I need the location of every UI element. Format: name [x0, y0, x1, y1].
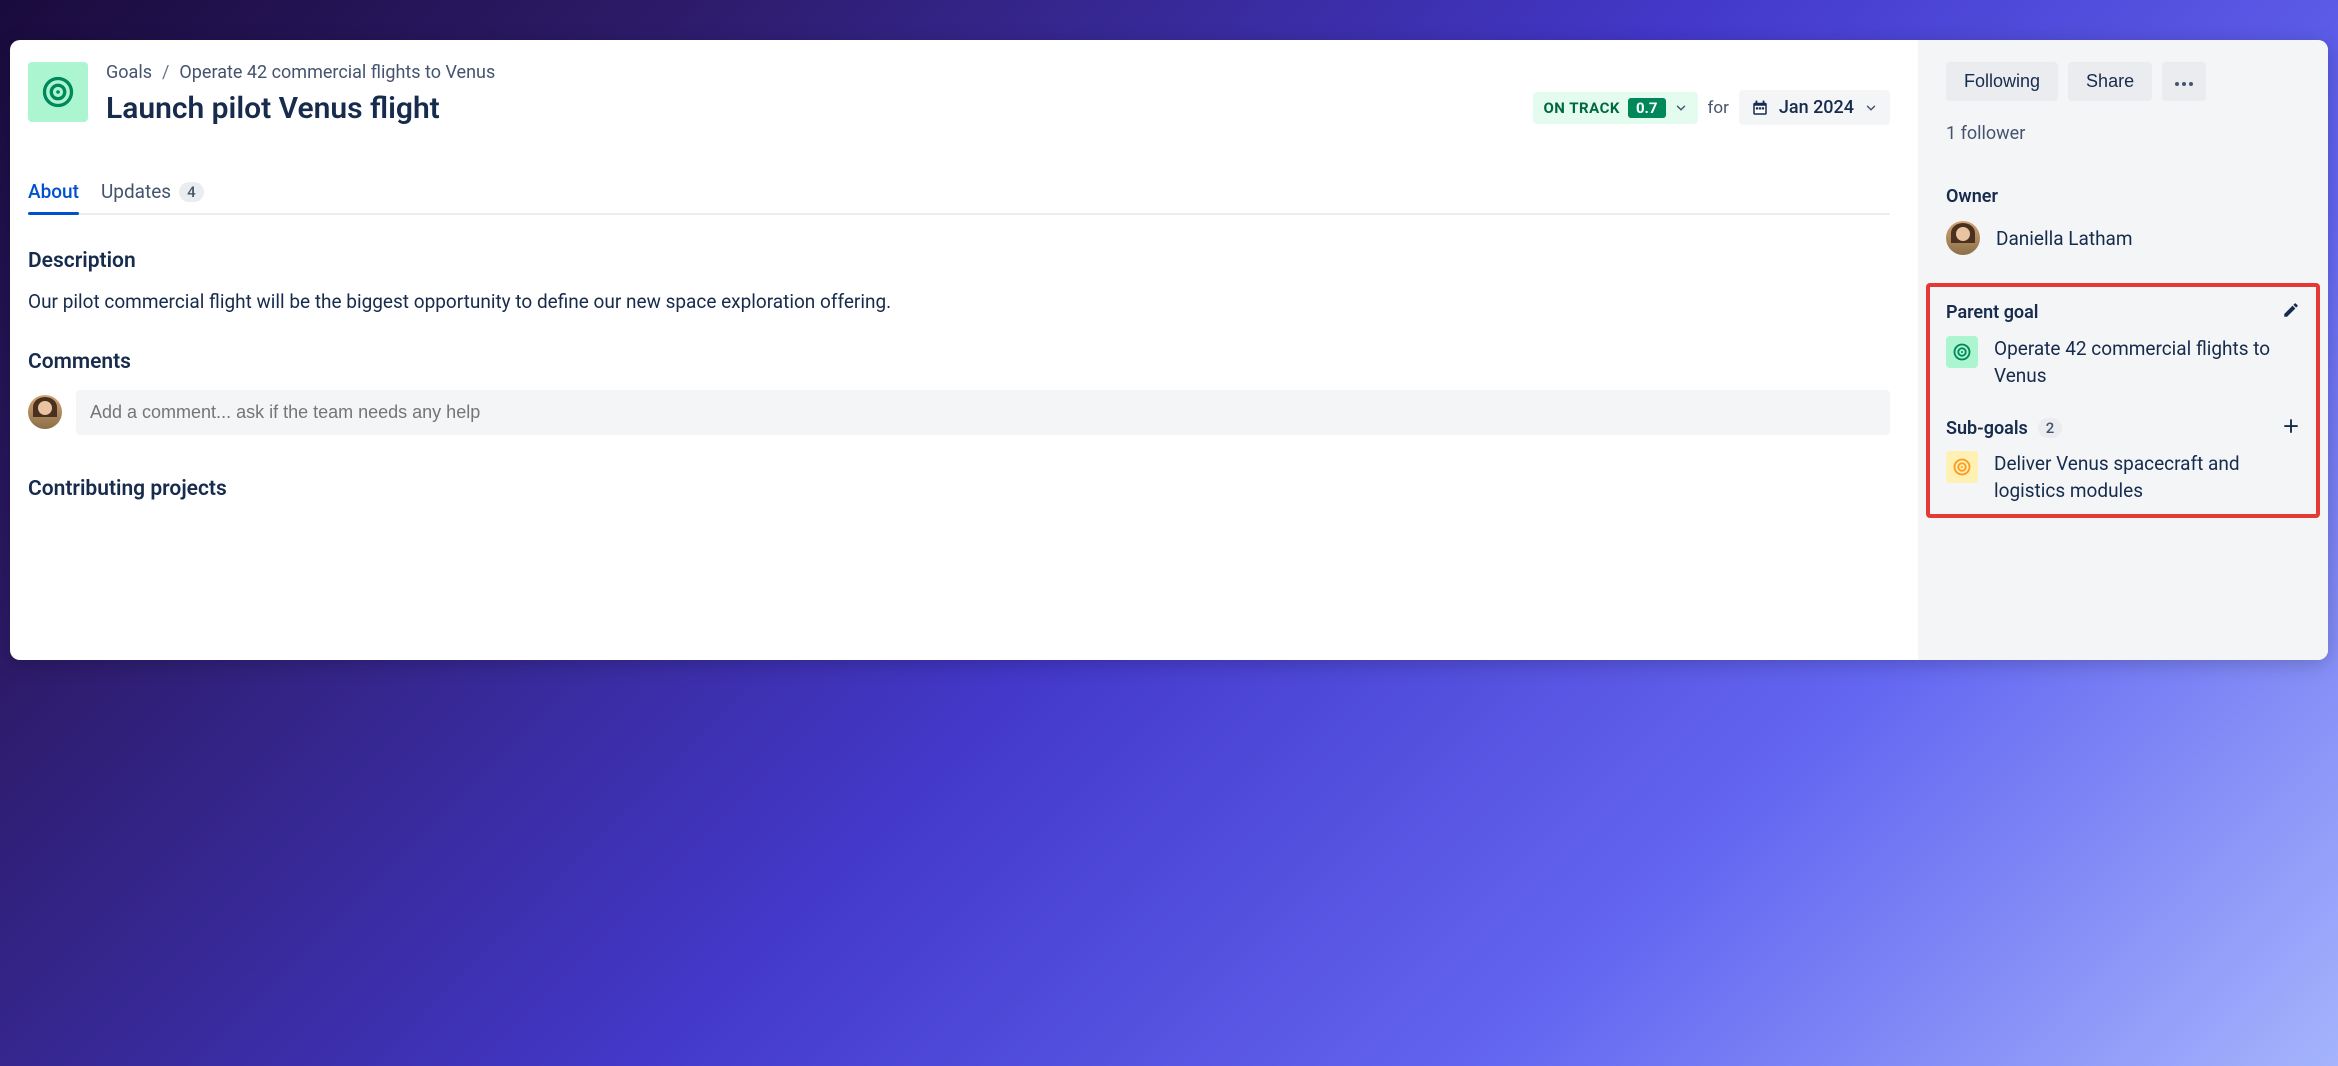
goal-target-icon: [1946, 336, 1978, 368]
current-user-avatar: [28, 395, 62, 429]
updates-count-badge: 4: [179, 182, 204, 202]
edit-parent-goal-button[interactable]: [2282, 301, 2300, 324]
breadcrumb-parent[interactable]: Operate 42 commercial flights to Venus: [179, 62, 495, 83]
subgoals-label-left: Sub-goals 2: [1946, 418, 2062, 439]
main-content: Goals / Operate 42 commercial flights to…: [10, 40, 1918, 660]
chevron-down-icon: [1674, 101, 1688, 115]
goal-target-icon: [28, 62, 88, 122]
owner-avatar: [1946, 221, 1980, 255]
more-icon: [2174, 81, 2194, 87]
tab-about[interactable]: About: [28, 174, 79, 213]
comments-heading: Comments: [28, 350, 1890, 374]
header-meta: ON TRACK 0.7 for Jan 2024: [1533, 90, 1890, 125]
parent-goal-name: Operate 42 commercial flights to Venus: [1994, 336, 2300, 389]
status-chip[interactable]: ON TRACK 0.7: [1533, 92, 1697, 124]
share-button[interactable]: Share: [2068, 62, 2152, 101]
pencil-icon: [2282, 301, 2300, 319]
owner-row[interactable]: Daniella Latham: [1946, 221, 2300, 255]
add-subgoal-button[interactable]: [2282, 417, 2300, 439]
goal-detail-card: Goals / Operate 42 commercial flights to…: [10, 40, 2328, 660]
more-actions-button[interactable]: [2162, 62, 2206, 101]
breadcrumb: Goals / Operate 42 commercial flights to…: [106, 62, 495, 83]
breadcrumb-separator: /: [162, 62, 169, 83]
subgoals-count-badge: 2: [2038, 418, 2063, 438]
goal-target-icon: [1946, 451, 1978, 483]
followers-count: 1 follower: [1946, 123, 2300, 144]
status-score: 0.7: [1628, 98, 1666, 118]
parent-goal-label: Parent goal: [1946, 302, 2038, 323]
parent-goal-item[interactable]: Operate 42 commercial flights to Venus: [1946, 336, 2300, 389]
subgoals-label-row: Sub-goals 2: [1946, 417, 2300, 439]
following-button[interactable]: Following: [1946, 62, 2058, 101]
header-row: Goals / Operate 42 commercial flights to…: [28, 62, 1890, 126]
parent-goal-label-row: Parent goal: [1946, 301, 2300, 324]
subgoal-name: Deliver Venus spacecraft and logistics m…: [1994, 451, 2300, 504]
page-title: Launch pilot Venus flight: [106, 91, 495, 126]
status-label: ON TRACK: [1543, 99, 1619, 117]
description-heading: Description: [28, 249, 1890, 273]
title-block: Goals / Operate 42 commercial flights to…: [106, 62, 495, 126]
comment-composer: [28, 390, 1890, 435]
chevron-down-icon: [1864, 101, 1878, 115]
target-date: Jan 2024: [1779, 97, 1854, 118]
for-label: for: [1708, 98, 1729, 118]
tab-updates[interactable]: Updates 4: [101, 174, 204, 213]
owner-label: Owner: [1946, 186, 2300, 207]
goals-hierarchy-highlight: Parent goal Operate 42 commercial flight…: [1926, 283, 2320, 518]
tabs: About Updates 4: [28, 174, 1890, 215]
sidebar: Following Share 1 follower Owner Daniell…: [1918, 40, 2328, 660]
target-date-chip[interactable]: Jan 2024: [1739, 90, 1890, 125]
description-text: Our pilot commercial flight will be the …: [28, 289, 1890, 316]
calendar-icon: [1751, 99, 1769, 117]
owner-name: Daniella Latham: [1996, 227, 2133, 250]
contributing-projects-heading: Contributing projects: [28, 477, 1890, 501]
breadcrumb-root[interactable]: Goals: [106, 62, 152, 83]
comment-input[interactable]: [76, 390, 1890, 435]
plus-icon: [2282, 417, 2300, 435]
subgoal-item[interactable]: Deliver Venus spacecraft and logistics m…: [1946, 451, 2300, 504]
tab-updates-label: Updates: [101, 180, 171, 203]
sidebar-actions: Following Share: [1946, 62, 2300, 101]
subgoals-label: Sub-goals: [1946, 418, 2028, 439]
